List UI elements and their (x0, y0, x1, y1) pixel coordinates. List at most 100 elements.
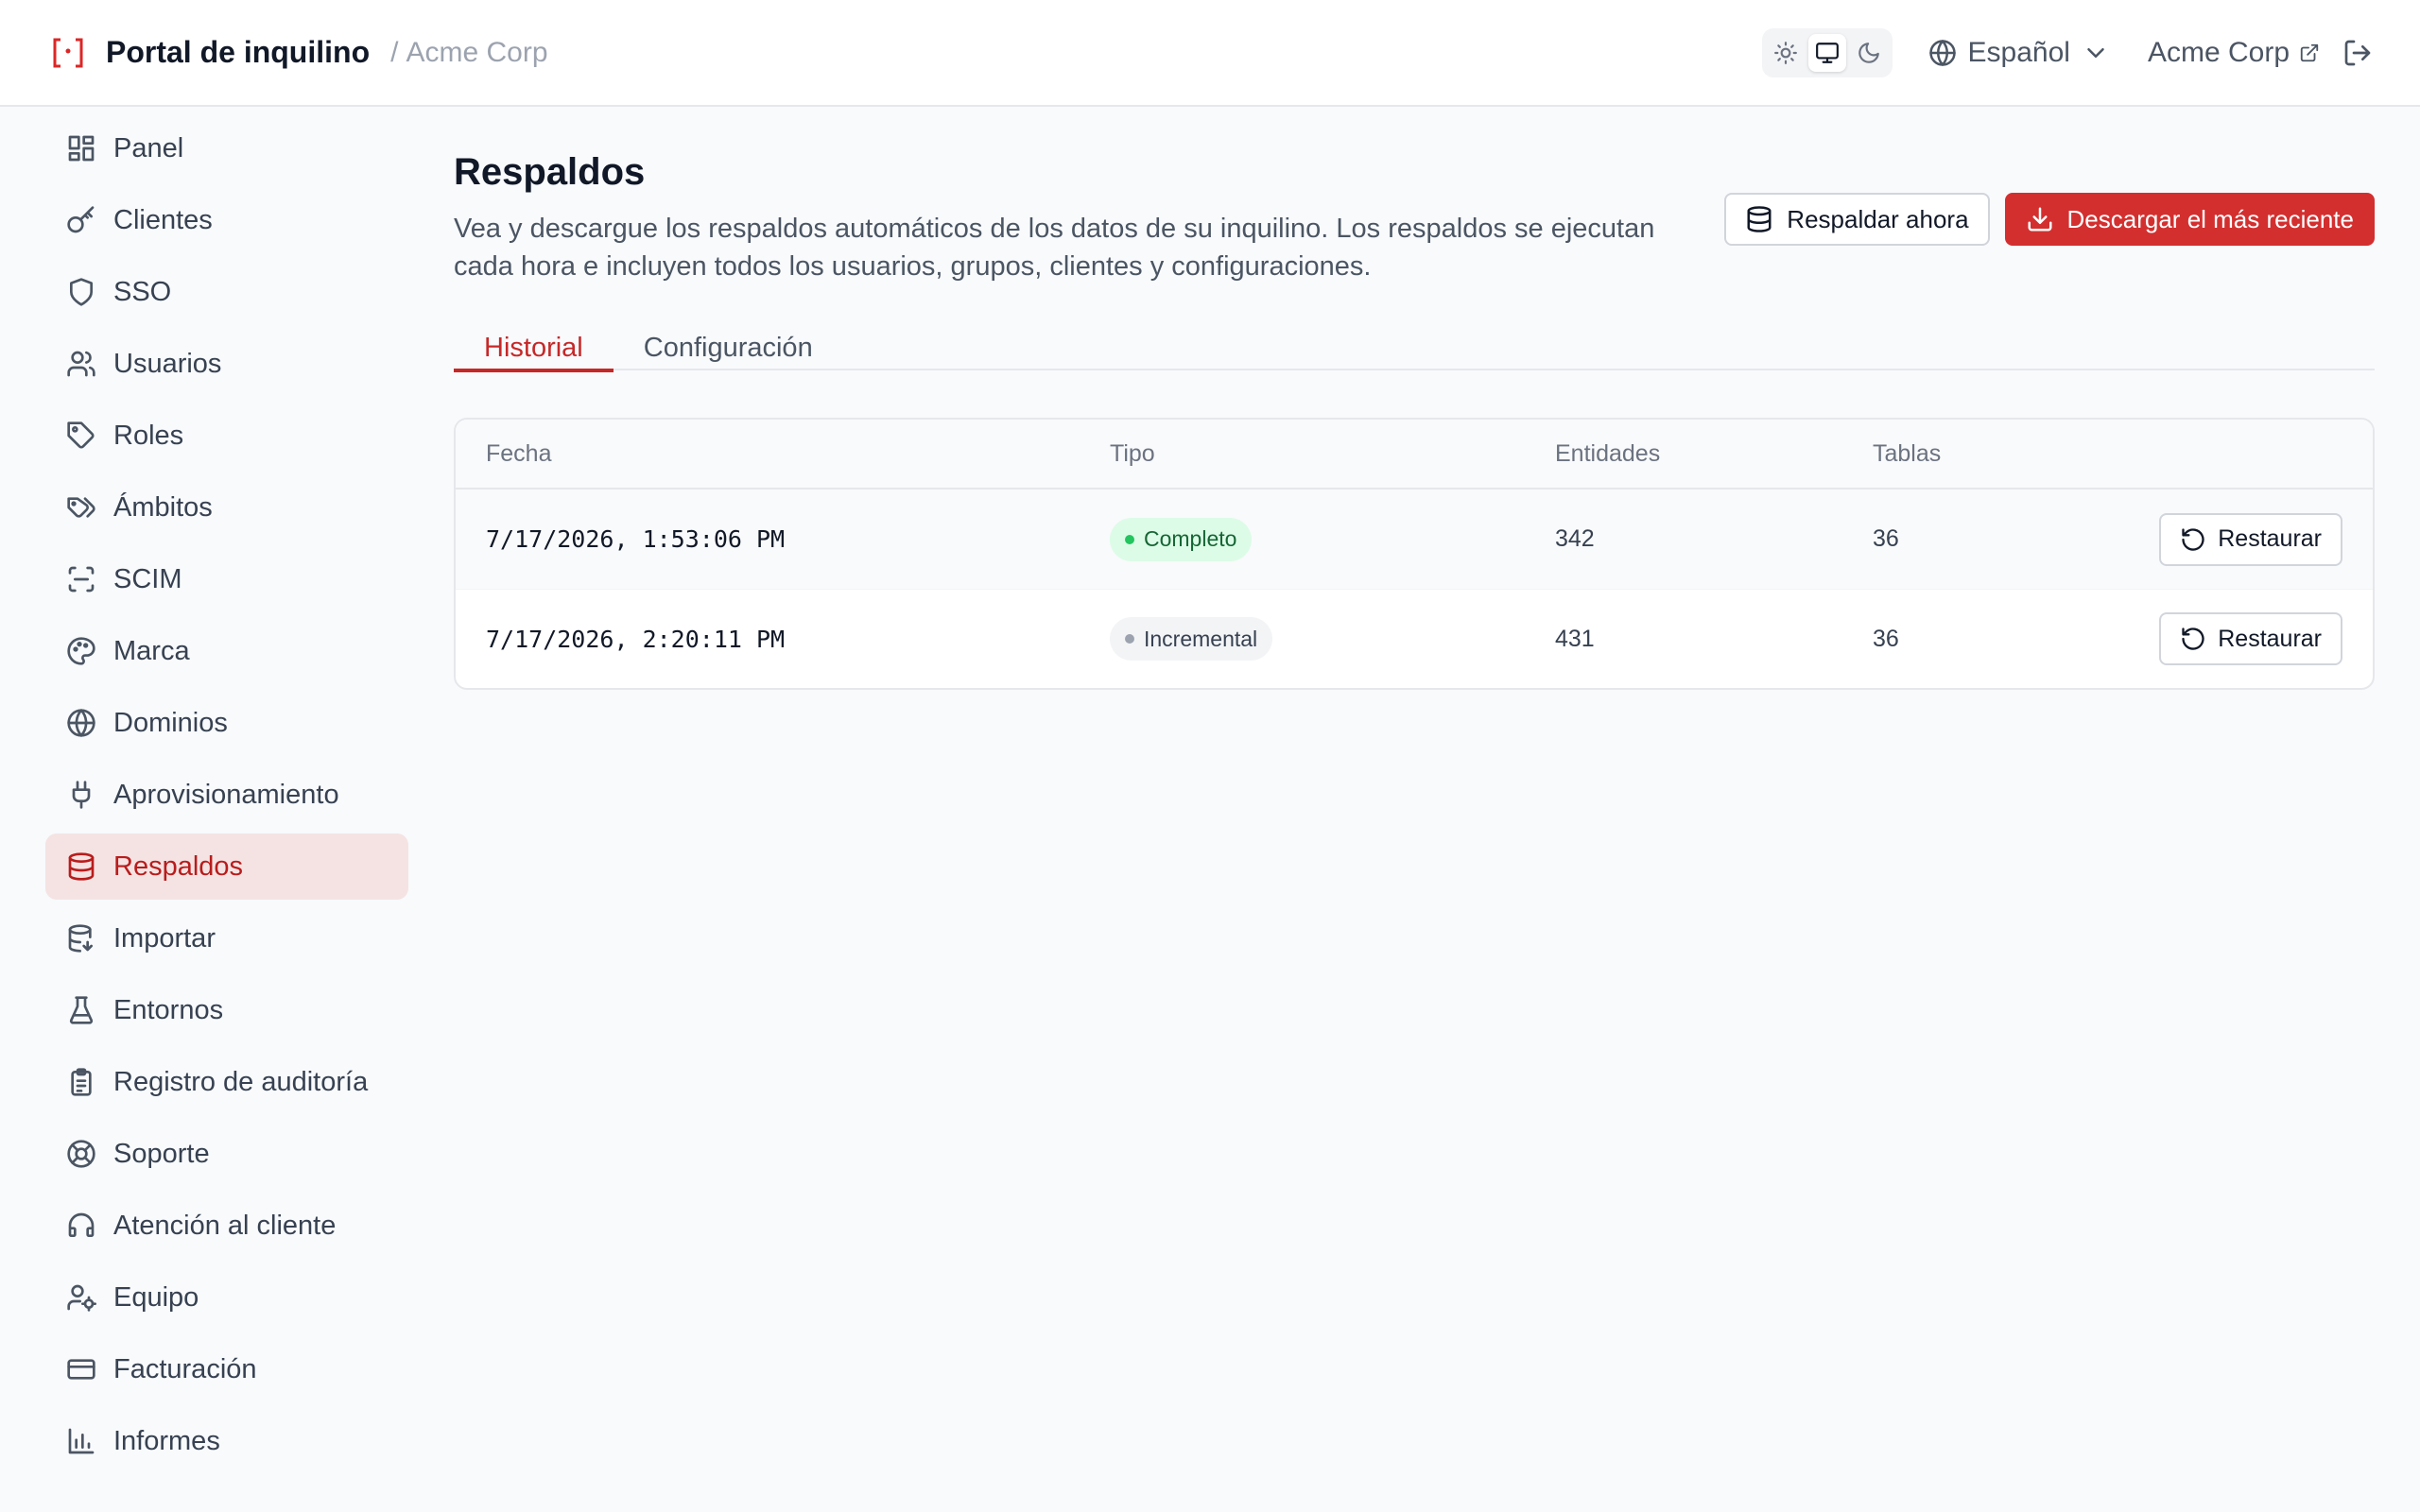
language-selector[interactable]: Español (1928, 37, 2110, 69)
sidebar-item-label: Equipo (113, 1281, 199, 1313)
monitor-icon (1815, 42, 1839, 63)
sun-icon (1773, 41, 1797, 64)
column-header-entities: Entidades (1555, 439, 1661, 467)
users-icon (67, 351, 95, 377)
sidebar-item-roles[interactable]: Roles (45, 403, 408, 469)
sidebar-item-informes[interactable]: Informes (45, 1408, 408, 1474)
backup-actions-cell: Restaurar (2118, 612, 2373, 665)
breadcrumb-separator: / (390, 36, 399, 68)
headset-icon (68, 1212, 95, 1237)
tab-bar: Historial Configuración (454, 321, 2375, 372)
credit-card-icon (67, 1359, 95, 1380)
status-badge-label: Incremental (1144, 626, 1258, 651)
tenant-external-link[interactable]: Acme Corp (2148, 37, 2320, 69)
sidebar-item-label: Respaldos (113, 850, 244, 882)
sidebar-item-dominios[interactable]: Dominios (45, 690, 408, 756)
database-icon (68, 852, 95, 881)
backup-tables: 36 (1873, 625, 1899, 652)
sidebar-item-label: SCIM (113, 563, 182, 594)
rotate-ccw-icon (2182, 627, 2204, 650)
backup-date: 7/17/2026, 2:20:11 PM (486, 625, 786, 653)
chevron-down-icon (2087, 47, 2104, 58)
sidebar-item-label: Ámbitos (113, 491, 213, 523)
table-row: 7/17/2026, 1:53:06 PM Completo 342 36 Re… (456, 490, 2373, 589)
backup-entities: 342 (1555, 525, 1595, 552)
key-icon (67, 206, 95, 233)
lifebuoy-icon (67, 1140, 95, 1168)
tab-historial[interactable]: Historial (454, 321, 614, 372)
tags-icon (67, 497, 95, 518)
sidebar-nav: Panel Clientes SSO Usuarios Roles Ámbito… (45, 115, 408, 1480)
status-dot-icon (1125, 634, 1134, 644)
backup-now-label: Respaldar ahora (1787, 204, 1969, 233)
sidebar-item-usuarios[interactable]: Usuarios (45, 331, 408, 397)
page-actions: Respaldar ahora Descargar el más recient… (1724, 193, 2375, 246)
sidebar-item-ambitos[interactable]: Ámbitos (45, 474, 408, 541)
external-link-icon (2300, 43, 2319, 61)
table-row: 7/17/2026, 2:20:11 PM Incremental 431 36… (456, 589, 2373, 688)
sidebar-item-importar[interactable]: Importar (45, 905, 408, 971)
sidebar-item-label: Atención al cliente (113, 1210, 337, 1241)
sidebar-item-label: Soporte (113, 1138, 210, 1169)
sidebar-item-soporte[interactable]: Soporte (45, 1121, 408, 1187)
restore-label: Restaurar (2218, 625, 2322, 652)
sidebar-item-label: Importar (113, 922, 216, 954)
column-header-type: Tipo (1110, 439, 1155, 467)
sidebar-item-entornos[interactable]: Entornos (45, 977, 408, 1043)
sidebar-item-label: Clientes (113, 204, 213, 235)
tenant-link-label: Acme Corp (2147, 36, 2290, 68)
sidebar-item-clientes[interactable]: Clientes (45, 187, 408, 253)
backup-now-button[interactable]: Respaldar ahora (1724, 193, 1990, 246)
sidebar-item-label: Roles (113, 420, 184, 451)
sidebar-item-label: SSO (113, 276, 172, 307)
globe-icon (67, 709, 95, 737)
backup-type-cell: Incremental (1110, 617, 1555, 661)
dashboard-icon (68, 135, 95, 162)
theme-light-button[interactable] (1767, 34, 1805, 72)
status-badge: Incremental (1110, 617, 1273, 661)
status-dot-icon (1125, 534, 1134, 544)
theme-system-button[interactable] (1807, 33, 1846, 72)
sidebar-item-label: Usuarios (113, 348, 222, 379)
theme-dark-button[interactable] (1850, 34, 1888, 72)
sidebar-item-label: Entornos (113, 994, 224, 1025)
sidebar-item-atencion-cliente[interactable]: Atención al cliente (45, 1193, 408, 1259)
status-badge-label: Completo (1144, 526, 1237, 551)
sidebar-item-sso[interactable]: SSO (45, 259, 408, 325)
backup-actions-cell: Restaurar (2118, 512, 2373, 566)
sidebar-item-label: Dominios (113, 707, 228, 738)
sidebar-item-respaldos[interactable]: Respaldos (45, 833, 408, 900)
sidebar-item-label: Facturación (113, 1353, 257, 1384)
sidebar-item-equipo[interactable]: Equipo (45, 1264, 408, 1331)
sidebar-item-scim[interactable]: SCIM (45, 546, 408, 612)
download-latest-label: Descargar el más reciente (2066, 204, 2354, 233)
tag-icon (67, 421, 95, 449)
sidebar-item-label: Informes (113, 1425, 220, 1456)
column-header-tables: Tablas (1873, 439, 1942, 467)
sidebar-item-marca[interactable]: Marca (45, 618, 408, 684)
backup-tables: 36 (1873, 525, 1899, 552)
sidebar-item-panel[interactable]: Panel (45, 115, 408, 181)
backup-date: 7/17/2026, 1:53:06 PM (486, 525, 786, 553)
status-badge: Completo (1110, 517, 1253, 561)
table-header-row: Fecha Tipo Entidades Tablas (456, 420, 2373, 490)
page-description: Vea y descargue los respaldos automático… (454, 214, 1655, 282)
logout-button[interactable] (2342, 38, 2373, 68)
flask-icon (69, 996, 94, 1024)
download-latest-button[interactable]: Descargar el más reciente (2004, 193, 2375, 246)
user-cog-icon (67, 1284, 96, 1312)
bar-chart-icon (68, 1428, 95, 1454)
sidebar-item-facturacion[interactable]: Facturación (45, 1336, 408, 1402)
sidebar-item-registro-auditoria[interactable]: Registro de auditoría (45, 1049, 408, 1115)
shield-icon (70, 278, 93, 306)
restore-button[interactable]: Restaurar (2159, 512, 2342, 566)
palette-icon (67, 637, 95, 665)
sidebar-item-label: Marca (113, 635, 190, 666)
sidebar-item-aprovisionamiento[interactable]: Aprovisionamiento (45, 762, 408, 828)
backup-entities: 431 (1555, 625, 1595, 652)
moon-icon (1858, 42, 1879, 63)
database-icon (1747, 206, 1772, 232)
language-label: Español (1967, 36, 2070, 68)
restore-button[interactable]: Restaurar (2159, 612, 2342, 665)
tab-configuracion[interactable]: Configuración (614, 321, 843, 370)
